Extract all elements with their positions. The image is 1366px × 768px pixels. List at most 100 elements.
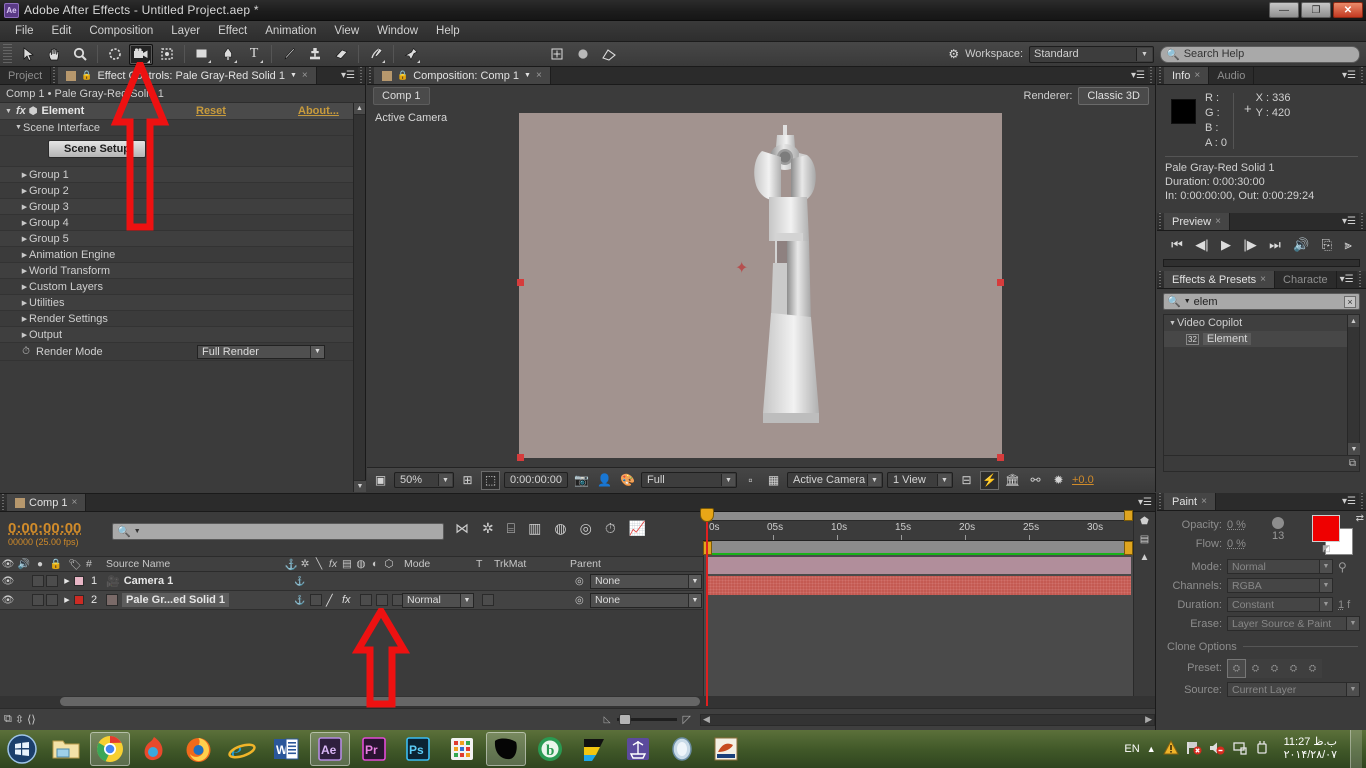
disclosure-triangle-icon[interactable]: ▶ [20, 315, 29, 323]
menu-composition[interactable]: Composition [80, 23, 162, 39]
selection-tool-icon[interactable] [16, 44, 40, 65]
render-mode-select[interactable]: Full Render ▼ [197, 344, 325, 359]
menu-file[interactable]: File [6, 23, 43, 39]
menu-edit[interactable]: Edit [43, 23, 81, 39]
magnification-select[interactable]: 50% ▼ [394, 472, 454, 488]
parent-pickwhip-icon[interactable]: ◎ [575, 595, 584, 606]
close-icon[interactable]: × [302, 70, 308, 81]
disclosure-triangle-icon[interactable]: ▼ [14, 124, 23, 131]
colorful-flag-app-icon[interactable] [574, 732, 614, 766]
transform-gizmo-icon[interactable] [545, 44, 569, 65]
panel-grip-right-icon[interactable] [1356, 271, 1364, 288]
scene-interface-row[interactable]: ▼ Scene Interface [0, 120, 353, 136]
panel-grip-right-icon[interactable] [1359, 213, 1366, 230]
motion-blur-icon[interactable]: ▥ [528, 520, 541, 537]
layer-solo-toggle[interactable] [32, 575, 44, 587]
scroll-up-icon[interactable]: ▲ [1348, 315, 1359, 327]
language-indicator[interactable]: EN [1124, 743, 1139, 755]
start-button[interactable] [2, 732, 42, 766]
scroll-left-icon[interactable]: ◀ [703, 714, 710, 725]
warning-icon[interactable] [1162, 739, 1179, 759]
expand-columns-icon[interactable]: ⟨⟩ [27, 713, 36, 726]
tab-preview[interactable]: Preview × [1164, 213, 1230, 230]
erase-select[interactable]: Layer Source & Paint ▼ [1227, 616, 1360, 631]
media-player-icon[interactable] [662, 732, 702, 766]
pen-tool-icon[interactable] [216, 44, 240, 65]
display-icon[interactable] [1232, 740, 1248, 759]
timeline-search-input[interactable]: 🔍 ▼ [112, 523, 444, 540]
layer-shy-toggle[interactable] [310, 594, 322, 606]
layer-effects-icon[interactable]: fx [342, 594, 351, 606]
play-icon[interactable]: ▶ [1221, 237, 1231, 253]
disclosure-triangle-icon[interactable]: ▶ [20, 299, 29, 307]
adobe-photoshop-icon[interactable]: Ps [398, 732, 438, 766]
parent-pickwhip-icon[interactable]: ◎ [575, 576, 584, 587]
panel-menu-icon[interactable]: ▾☰ [338, 67, 358, 84]
tab-project[interactable]: Project [0, 67, 52, 84]
layer-label-color[interactable] [74, 595, 84, 605]
region-of-interest-icon[interactable]: ⬚ [481, 470, 500, 490]
loop-icon[interactable]: ⎘ [1322, 237, 1332, 253]
duration-select[interactable]: Constant ▼ [1227, 597, 1333, 612]
panel-menu-icon[interactable]: ▾☰ [1135, 494, 1155, 511]
microsoft-word-icon[interactable]: W [266, 732, 306, 766]
chevron-down-icon[interactable]: ▼ [1184, 298, 1191, 305]
tab-effects-presets[interactable]: Effects & Presets × [1164, 271, 1276, 288]
close-icon[interactable]: × [1215, 216, 1221, 227]
scroll-up-icon[interactable]: ▲ [354, 103, 365, 115]
disclosure-triangle-icon[interactable]: ▶ [60, 596, 74, 604]
adobe-premiere-pro-icon[interactable]: Pr [354, 732, 394, 766]
panel-menu-icon[interactable]: ▾☰ [1336, 271, 1357, 288]
channels-select[interactable]: RGBA ▼ [1227, 578, 1333, 593]
maximize-button[interactable]: ❐ [1301, 2, 1331, 18]
layer-frameblend-toggle[interactable] [360, 594, 372, 606]
panel-grip-icon[interactable] [367, 67, 374, 84]
chevron-down-icon[interactable]: ▼ [524, 72, 531, 79]
panel-grip-right-icon[interactable] [1148, 67, 1155, 84]
selection-handle-left[interactable] [517, 279, 524, 286]
clone-preset-4-icon[interactable]: ⛭ [1284, 658, 1303, 678]
tab-timeline-comp[interactable]: Comp 1 × [7, 494, 87, 511]
zoom-track[interactable] [616, 714, 677, 725]
panel-grip-right-icon[interactable] [1359, 493, 1366, 510]
current-time-display[interactable]: 0:00:00:00 [504, 472, 568, 488]
group-row-animation-engine[interactable]: ▶ Animation Engine [0, 247, 353, 263]
timeline-horizontal-scrollbar[interactable] [0, 696, 1155, 708]
ship-app-icon[interactable] [618, 732, 658, 766]
swap-colors-icon[interactable]: ⇄ [1356, 513, 1364, 524]
group-row-3[interactable]: ▶ Group 3 [0, 199, 353, 215]
next-frame-icon[interactable]: |▶ [1243, 237, 1256, 253]
network-error-icon[interactable] [1186, 740, 1202, 759]
region-interest-toggle-icon[interactable]: ▫ [741, 471, 760, 490]
show-snapshot-icon[interactable]: 👤 [595, 471, 614, 490]
menu-view[interactable]: View [325, 23, 368, 39]
pixel-aspect-icon[interactable]: ⊟ [957, 471, 976, 490]
source-select[interactable]: Current Layer ▼ [1227, 682, 1360, 697]
close-icon[interactable]: × [1201, 496, 1207, 507]
snapshot-icon[interactable]: 📷 [572, 471, 591, 490]
parent-select[interactable]: None ▼ [590, 592, 702, 608]
clone-preset-2-icon[interactable]: ⛭ [1246, 658, 1265, 678]
trkmat-toggle[interactable] [482, 594, 494, 606]
current-time-indicator[interactable] [706, 512, 708, 706]
auto-keyframe-icon[interactable]: ⏱ [605, 520, 616, 537]
always-preview-icon[interactable]: ▣ [371, 471, 390, 490]
panel-grip-right-icon[interactable] [1359, 67, 1366, 84]
layer-quality-icon[interactable]: ╱ [326, 594, 333, 607]
eyedropper-icon[interactable]: ⚲ [1338, 560, 1347, 574]
tab-effect-controls[interactable]: 🔒 Effect Controls: Pale Gray-Red Solid 1… [58, 67, 317, 84]
clone-preset-5-icon[interactable]: ⛭ [1303, 658, 1322, 678]
minimize-button[interactable]: — [1269, 2, 1299, 18]
last-frame-icon[interactable]: ⏭ [1269, 237, 1281, 253]
shape-tool-icon[interactable] [190, 44, 214, 65]
zoom-out-icon[interactable]: ◺ [604, 714, 611, 725]
disclosure-triangle-icon[interactable]: ▶ [20, 235, 29, 243]
group-row-render-settings[interactable]: ▶ Render Settings [0, 311, 353, 327]
resolution-select[interactable]: Full ▼ [641, 472, 737, 488]
search-help-input[interactable]: 🔍 Search Help [1160, 45, 1360, 63]
panel-menu-icon[interactable]: ▾☰ [1339, 67, 1359, 84]
breadcrumb[interactable]: Comp 1 [373, 87, 430, 105]
layer-name[interactable]: Pale Gr...ed Solid 1 [122, 593, 230, 607]
panel-grip-right-icon[interactable] [358, 67, 365, 84]
disclosure-triangle-icon[interactable]: ▶ [20, 219, 29, 227]
